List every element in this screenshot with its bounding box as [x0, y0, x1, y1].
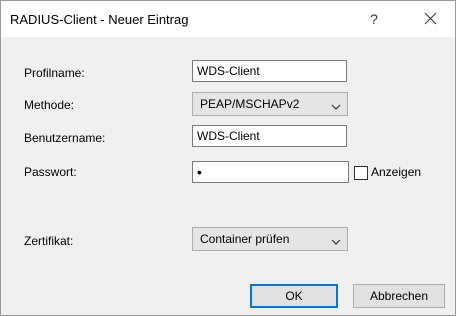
title-bar[interactable]: RADIUS-Client - Neuer Eintrag ? — [1, 1, 455, 37]
password-input[interactable]: • — [192, 161, 349, 183]
chevron-down-icon — [331, 235, 341, 245]
cancel-button[interactable]: Abbrechen — [353, 284, 445, 308]
profile-name-input[interactable]: WDS-Client — [192, 60, 347, 82]
show-password-label[interactable]: Anzeigen — [371, 165, 421, 179]
profile-name-label: Profilname: — [24, 66, 85, 80]
dialog-window: RADIUS-Client - Neuer Eintrag ? Profilna… — [0, 0, 456, 316]
help-icon[interactable]: ? — [367, 9, 381, 29]
username-input[interactable]: WDS-Client — [192, 125, 347, 147]
window-title: RADIUS-Client - Neuer Eintrag — [10, 12, 189, 27]
method-select-value: PEAP/MSCHAPv2 — [200, 97, 300, 111]
certificate-label: Zertifikat: — [24, 234, 74, 248]
password-label: Passwort: — [24, 165, 77, 179]
ok-button[interactable]: OK — [250, 284, 338, 308]
show-password-checkbox[interactable] — [354, 166, 368, 180]
username-label: Benutzername: — [24, 131, 106, 145]
certificate-select-value: Container prüfen — [200, 232, 290, 246]
method-select[interactable]: PEAP/MSCHAPv2 — [192, 92, 348, 116]
chevron-down-icon — [331, 100, 341, 110]
close-icon[interactable] — [419, 7, 443, 31]
certificate-select[interactable]: Container prüfen — [192, 227, 348, 251]
method-label: Methode: — [24, 98, 75, 112]
